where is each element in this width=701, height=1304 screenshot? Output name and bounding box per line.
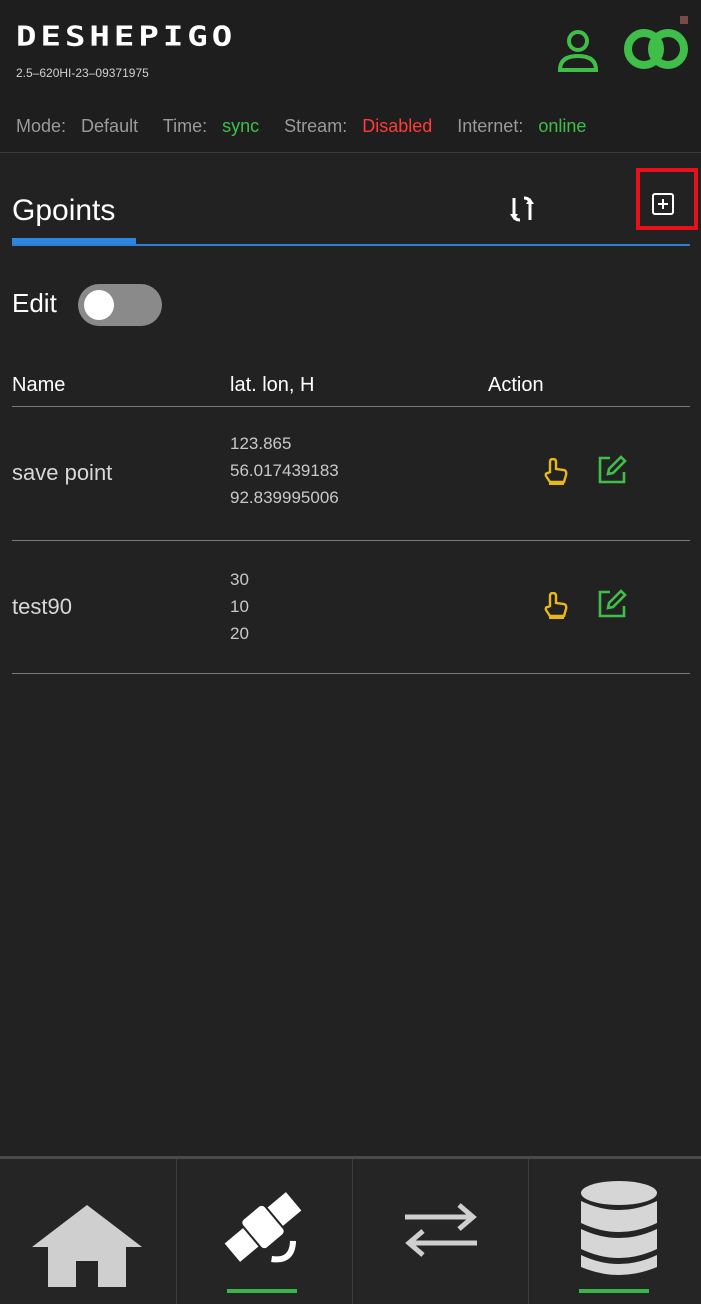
row-divider [12, 540, 690, 541]
user-icon[interactable] [556, 28, 600, 74]
active-tab-indicator [12, 238, 136, 244]
toggle-knob [84, 290, 114, 320]
row-height: 92.839995006 [230, 488, 339, 507]
mode-label: Mode: [16, 116, 67, 136]
row-name: save point [12, 460, 113, 485]
nav-database[interactable] [528, 1159, 701, 1304]
row-height: 20 [230, 624, 249, 643]
row-lat: 123.865 [230, 434, 292, 453]
edit-pencil-icon[interactable] [596, 588, 628, 620]
row-divider [12, 673, 690, 674]
row-name: test90 [12, 594, 72, 619]
brand-logo: DESHEPIGO [16, 20, 237, 53]
column-header-coords: lat. lon, H [230, 374, 315, 396]
nav-active-indicator [227, 1289, 297, 1293]
app-header: DESHEPIGO 2.5–620HI-23–09371975 Mode: De… [0, 0, 701, 153]
satellite-icon [224, 1192, 302, 1263]
status-bar: Mode: Default Time: sync Stream: Disable… [16, 116, 606, 137]
row-lat: 30 [230, 570, 249, 589]
time-label: Time: [162, 116, 208, 136]
row-coordinates: 30 10 20 [230, 566, 249, 647]
edit-pencil-icon[interactable] [596, 454, 628, 486]
edit-label: Edit [12, 288, 57, 318]
nav-home[interactable] [0, 1159, 176, 1304]
column-header-action: Action [488, 374, 544, 396]
row-coordinates: 123.865 56.017439183 92.839995006 [230, 430, 339, 511]
mode-value: Default [81, 116, 139, 136]
internet-value: online [538, 116, 587, 136]
nav-satellite[interactable] [176, 1159, 353, 1304]
add-gpoint-icon[interactable] [652, 193, 674, 215]
device-serial: 2.5–620HI-23–09371975 [16, 66, 149, 80]
home-icon [32, 1205, 142, 1287]
table-header-divider [12, 406, 690, 407]
stream-value: Disabled [362, 116, 433, 136]
tab-bar: Gpoints [12, 168, 698, 246]
tab-gpoints[interactable]: Gpoints [12, 194, 115, 228]
stream-label: Stream: [284, 116, 348, 136]
database-icon [581, 1181, 657, 1275]
row-lon: 10 [230, 597, 249, 616]
edit-toggle[interactable] [78, 284, 162, 326]
goto-hand-icon[interactable] [542, 458, 568, 486]
goto-hand-icon[interactable] [542, 592, 568, 620]
bottom-navigation [0, 1156, 701, 1304]
sync-swap-icon[interactable] [508, 194, 536, 224]
row-lon: 56.017439183 [230, 461, 339, 480]
nav-active-indicator [579, 1289, 649, 1293]
internet-label: Internet: [457, 116, 524, 136]
transfer-arrows-icon [405, 1203, 477, 1257]
connection-link-icon[interactable] [620, 22, 692, 76]
nav-transfer[interactable] [352, 1159, 529, 1304]
connection-indicator-dot [680, 16, 688, 24]
time-value: sync [222, 116, 260, 136]
column-header-name: Name [12, 374, 66, 396]
